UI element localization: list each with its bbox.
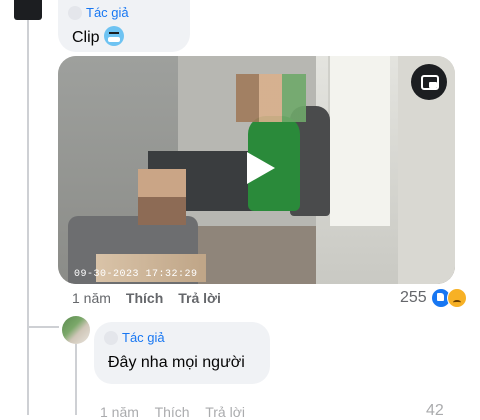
video-timestamp: 09-30-2023 17:32:29 [74,269,198,280]
like-button[interactable]: Thích [126,290,163,306]
video-frame [328,56,390,226]
video-player[interactable]: 09-30-2023 17:32:29 [58,56,455,284]
reply-button[interactable]: Trả lời [205,404,245,420]
thread-line-reply [75,344,77,415]
comment-bubble: Tác giả Đây nha mọi người [94,322,270,384]
blurred-face [236,74,306,122]
comment-actions: 1 năm Thích Trả lời [72,290,236,306]
comment-time[interactable]: 1 năm [100,404,139,420]
comment-body: Clip [72,29,100,46]
cold-face-emoji-icon [103,26,124,46]
reply-button[interactable]: Trả lời [178,290,221,306]
author-badge-label: Tác giả [86,5,129,20]
blurred-face [138,169,186,225]
author-badge: Tác giả [68,5,129,20]
author-badge-icon [68,5,82,20]
reaction-summary[interactable]: 255 [400,288,467,308]
like-button[interactable]: Thích [155,404,190,420]
author-badge-label: Tác giả [122,330,165,345]
reaction-count: 255 [400,289,427,306]
author-badge-icon [104,330,118,345]
thread-line [27,20,29,415]
reaction-count[interactable]: 42 [426,402,444,420]
comment-text: Đây nha mọi người [108,354,245,371]
avatar[interactable] [14,0,42,20]
thread-line-reply-branch [27,326,59,328]
play-icon[interactable] [241,150,277,186]
avatar[interactable] [62,316,90,344]
author-badge: Tác giả [104,330,165,345]
comment-actions: 1 năm Thích Trả lời [100,404,257,420]
sad-reaction-icon [446,288,467,308]
comment-text: Clip [72,26,124,47]
comment-bubble: Tác giả Clip [58,0,190,52]
comment-time[interactable]: 1 năm [72,290,111,306]
picture-in-picture-icon[interactable] [411,64,447,100]
